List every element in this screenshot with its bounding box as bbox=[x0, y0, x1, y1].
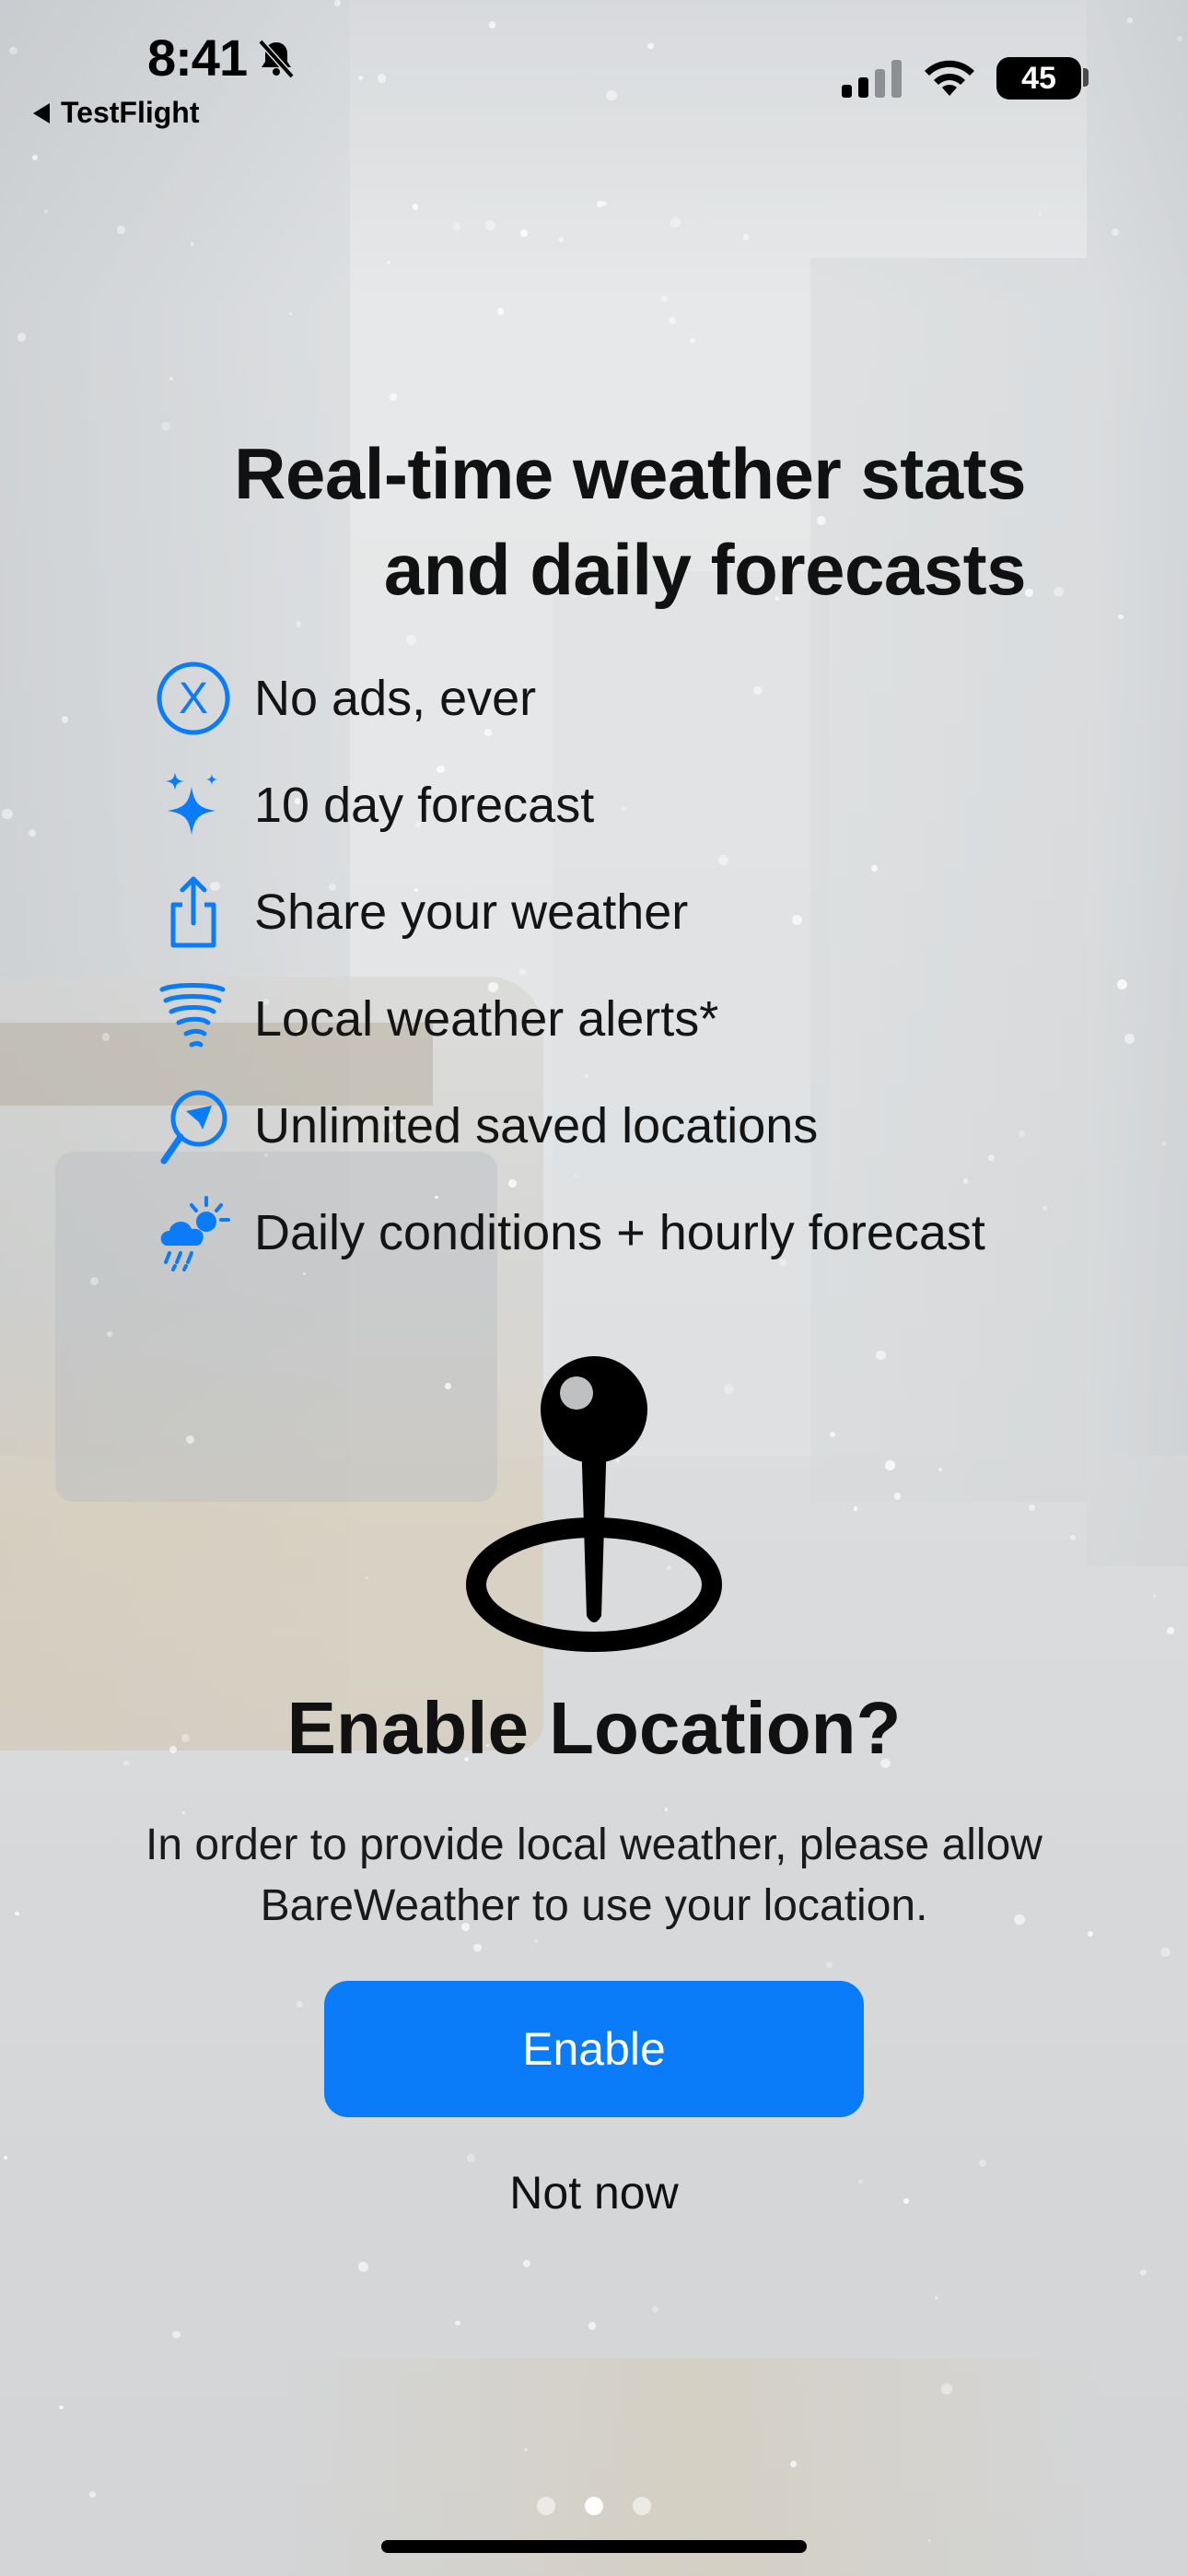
feature-10-day-forecast: 10 day forecast bbox=[155, 759, 594, 851]
battery-icon: 45 bbox=[996, 57, 1081, 100]
feature-label: Unlimited saved locations bbox=[254, 1098, 819, 1153]
feature-daily-conditions: Daily conditions + hourly forecast bbox=[155, 1187, 985, 1279]
page-dot[interactable] bbox=[537, 2497, 555, 2515]
feature-label: Local weather alerts* bbox=[254, 991, 719, 1047]
feature-share-weather: Share your weather bbox=[155, 866, 688, 958]
back-arrow-icon bbox=[33, 102, 50, 123]
location-search-icon bbox=[155, 1087, 232, 1165]
back-label: TestFlight bbox=[61, 96, 200, 129]
back-to-testflight-button[interactable]: TestFlight bbox=[33, 96, 200, 130]
feature-label: 10 day forecast bbox=[254, 778, 595, 833]
tornado-icon bbox=[155, 980, 232, 1058]
cellular-signal-icon bbox=[842, 60, 902, 98]
sparkles-icon bbox=[155, 767, 232, 844]
wifi-icon bbox=[925, 60, 974, 96]
page-dot[interactable] bbox=[585, 2497, 603, 2515]
svg-text:X: X bbox=[179, 674, 208, 723]
feature-no-ads: X No ads, ever bbox=[155, 652, 536, 744]
battery-level: 45 bbox=[1021, 60, 1056, 96]
map-pin-icon bbox=[466, 1356, 722, 1652]
page-indicator[interactable] bbox=[0, 2497, 1188, 2515]
feature-weather-alerts: Local weather alerts* bbox=[155, 973, 718, 1065]
enable-location-description: In order to provide local weather, pleas… bbox=[146, 1821, 1042, 1930]
enable-location-title: Enable Location? bbox=[286, 1687, 902, 1769]
cloud-sun-rain-icon bbox=[155, 1194, 232, 1271]
headline-line-2: and daily forecasts bbox=[383, 529, 1027, 610]
home-indicator[interactable] bbox=[381, 2540, 807, 2553]
headline-line-1: Real-time weather stats bbox=[234, 433, 1026, 514]
feature-label: No ads, ever bbox=[254, 671, 537, 726]
bell-slash-icon bbox=[258, 39, 295, 79]
page-title: Real-time weather stats and daily foreca… bbox=[92, 426, 1026, 617]
feature-label: Daily conditions + hourly forecast bbox=[254, 1205, 985, 1260]
status-time: 8:41 bbox=[147, 29, 248, 87]
share-icon bbox=[155, 873, 232, 951]
x-circle-icon: X bbox=[155, 660, 232, 737]
not-now-button[interactable]: Not now bbox=[410, 2156, 778, 2230]
enable-location-button[interactable]: Enable bbox=[324, 1981, 864, 2117]
battery-cap bbox=[1083, 68, 1089, 87]
feature-saved-locations: Unlimited saved locations bbox=[155, 1080, 818, 1172]
feature-label: Share your weather bbox=[254, 884, 689, 940]
page-dot[interactable] bbox=[633, 2497, 651, 2515]
